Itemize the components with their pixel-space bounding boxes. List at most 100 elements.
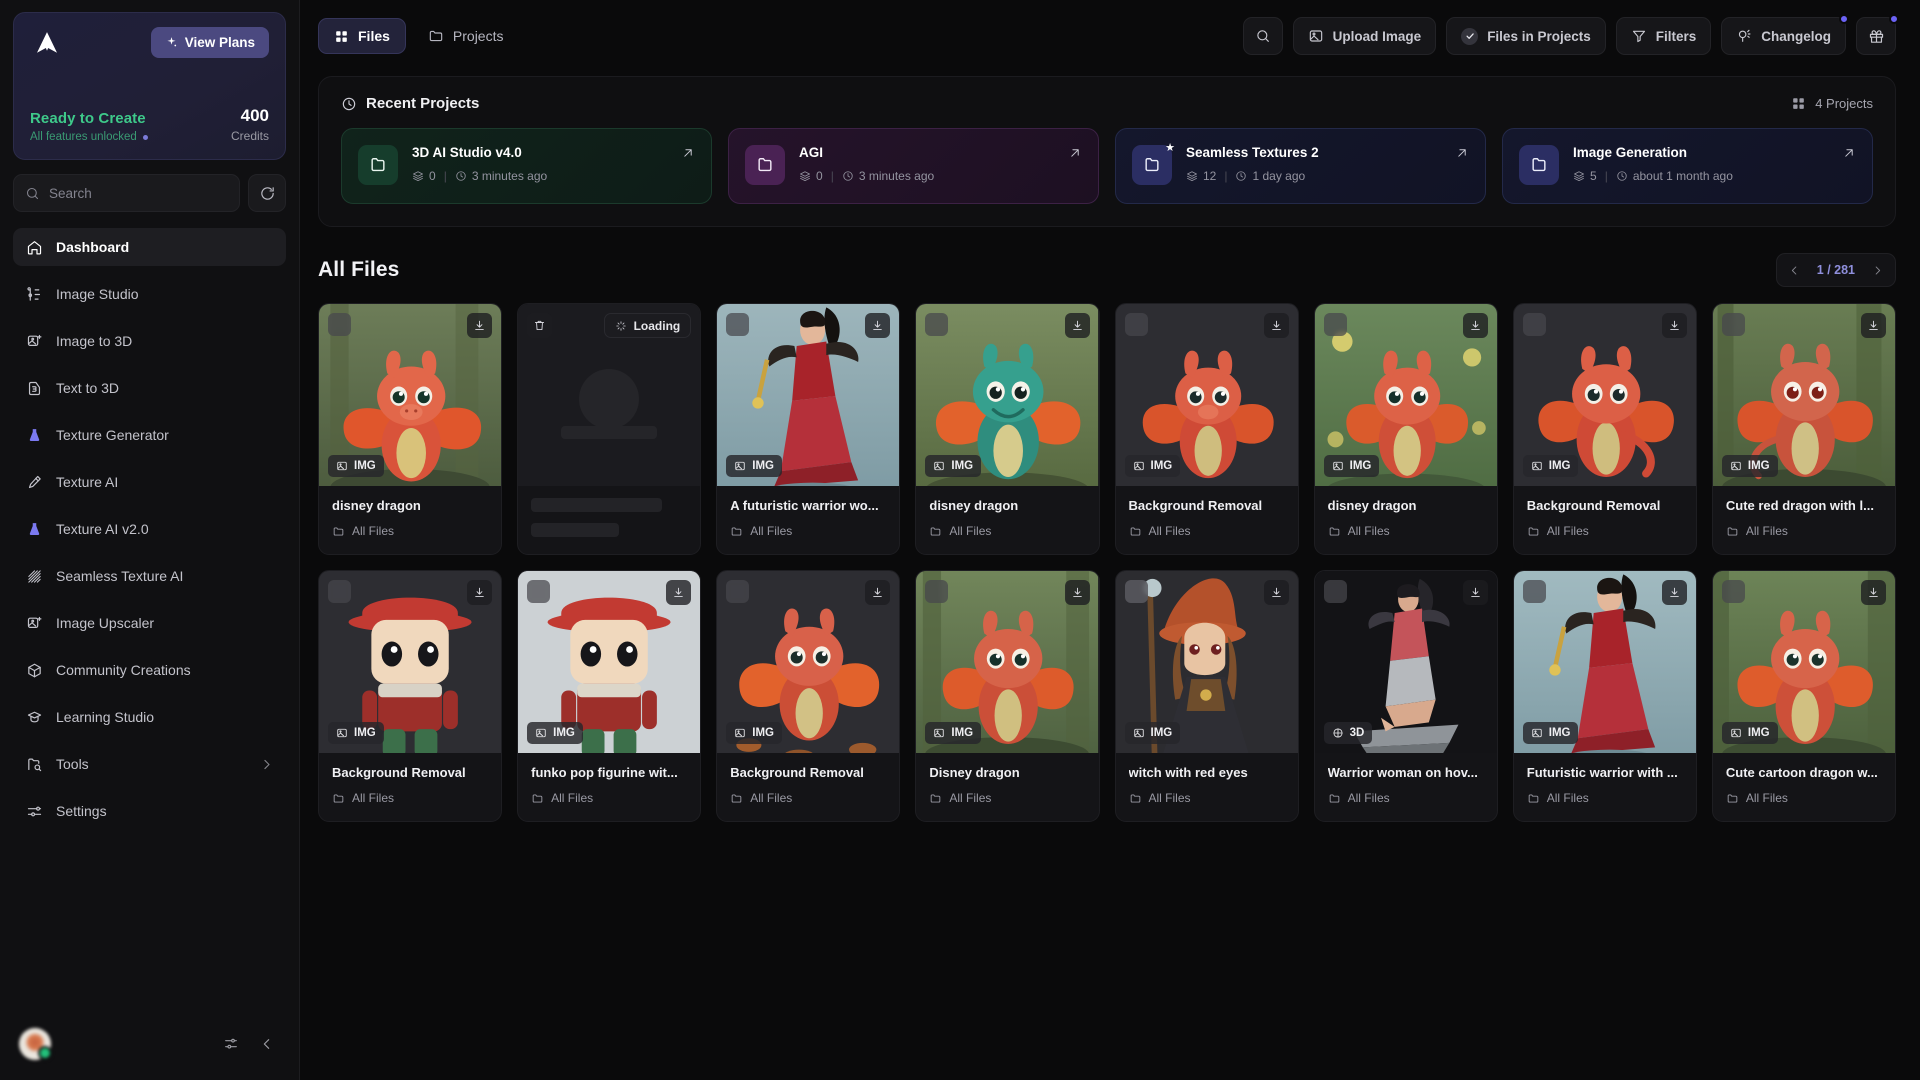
view-plans-button[interactable]: View Plans — [150, 27, 269, 58]
sidebar-item-image-upscaler[interactable]: Image Upscaler — [13, 604, 286, 642]
select-checkbox[interactable] — [527, 580, 551, 603]
open-project-icon[interactable] — [1842, 146, 1856, 160]
file-card[interactable]: IMG Background Removal All Files — [318, 570, 503, 822]
select-checkbox[interactable] — [1721, 580, 1745, 603]
download-button[interactable] — [1064, 580, 1090, 605]
sidebar-search-box[interactable] — [13, 174, 240, 212]
file-card[interactable]: IMG funko pop figurine wit... All Files — [517, 570, 702, 822]
sidebar-item-texture-generator[interactable]: Texture Generator — [13, 416, 286, 454]
file-card[interactable]: IMG witch with red eyes All Files — [1114, 570, 1299, 822]
tab-projects[interactable]: Projects — [412, 18, 520, 54]
sidebar-item-texture-ai-v2[interactable]: Texture AI v2.0 — [13, 510, 286, 548]
delete-button[interactable] — [527, 313, 553, 338]
sidebar-item-image-studio[interactable]: Image Studio — [13, 275, 286, 313]
file-title: Disney dragon — [929, 765, 1020, 780]
open-project-icon[interactable] — [1068, 146, 1082, 160]
file-card[interactable]: 3D Warrior woman on hov... All Files — [1313, 570, 1498, 822]
avatar — [19, 1028, 52, 1060]
select-checkbox[interactable] — [1124, 313, 1148, 336]
changelog-button[interactable]: Changelog — [1721, 14, 1849, 55]
select-checkbox[interactable] — [1721, 313, 1745, 336]
sidebar-item-learning-studio[interactable]: Learning Studio — [13, 698, 286, 736]
download-button[interactable] — [865, 580, 891, 605]
file-card[interactable]: IMG Futuristic warrior with ... All File… — [1512, 570, 1697, 822]
download-button[interactable] — [1462, 313, 1488, 338]
download-button[interactable] — [1861, 313, 1886, 338]
select-checkbox[interactable] — [1323, 313, 1347, 336]
files-in-projects-button[interactable]: Files in Projects — [1446, 17, 1606, 55]
select-checkbox[interactable] — [925, 580, 949, 603]
file-type-badge: IMG — [328, 722, 384, 744]
sidebar-item-settings[interactable]: Settings — [13, 792, 286, 830]
file-card[interactable]: IMG Background Removal All Files — [1512, 303, 1697, 555]
upload-image-button[interactable]: Upload Image — [1292, 17, 1437, 55]
download-button[interactable] — [1462, 580, 1488, 605]
sidebar: View Plans Ready to Create All features … — [0, 0, 300, 1080]
recent-projects-title: Recent Projects — [366, 95, 480, 112]
file-card[interactable]: IMG Cute cartoon dragon w... All Files — [1711, 570, 1896, 822]
download-button[interactable] — [467, 313, 493, 338]
gift-button[interactable] — [1856, 14, 1899, 55]
download-button[interactable] — [865, 313, 891, 338]
select-checkbox[interactable] — [726, 313, 750, 336]
select-checkbox[interactable] — [1124, 580, 1148, 603]
download-button[interactable] — [467, 580, 493, 605]
download-button[interactable] — [1263, 313, 1289, 338]
download-button[interactable] — [1661, 313, 1687, 338]
file-card[interactable]: IMG Background Removal All Files — [716, 570, 901, 822]
refresh-button[interactable] — [248, 174, 286, 212]
file-card[interactable]: IMG A futuristic warrior wo... All Files — [716, 303, 901, 555]
collapse-sidebar-button[interactable] — [254, 1031, 280, 1057]
file-card[interactable]: Loading — [517, 303, 702, 555]
file-card-body: Background Removal All Files — [1116, 486, 1298, 554]
projects-count-group: 4 Projects — [1791, 96, 1873, 111]
select-checkbox[interactable] — [328, 313, 351, 336]
download-button[interactable] — [1064, 313, 1090, 338]
next-page-button[interactable] — [1865, 258, 1889, 282]
search-button[interactable] — [1242, 17, 1283, 55]
megaphone-icon — [1736, 28, 1752, 44]
sidebar-item-texture-ai[interactable]: Texture AI — [13, 463, 286, 501]
open-project-icon[interactable] — [681, 146, 695, 160]
select-checkbox[interactable] — [1323, 580, 1347, 603]
prev-page-button[interactable] — [1783, 258, 1807, 282]
file-card[interactable]: IMG Disney dragon All Files — [915, 570, 1100, 822]
file-card[interactable]: IMG disney dragon All Files — [318, 303, 503, 555]
file-title: Warrior woman on hov... — [1327, 765, 1478, 780]
filters-button[interactable]: Filters — [1615, 17, 1712, 55]
project-card[interactable]: AGI 0 | 3 minutes ago — [728, 128, 1099, 204]
file-card[interactable]: IMG Cute red dragon with l... All Files — [1711, 303, 1896, 555]
plan-dot-icon — [142, 134, 148, 140]
sidebar-item-dashboard[interactable]: Dashboard — [13, 228, 286, 266]
open-project-icon[interactable] — [1455, 146, 1469, 160]
select-checkbox[interactable] — [1522, 313, 1546, 336]
select-checkbox[interactable] — [726, 580, 750, 603]
download-button[interactable] — [1661, 580, 1687, 605]
sidebar-item-label: Image to 3D — [56, 333, 133, 349]
sidebar-item-tools[interactable]: Tools — [13, 745, 286, 783]
file-folder: All Files — [730, 524, 886, 538]
tab-files[interactable]: Files — [318, 18, 406, 54]
download-button[interactable] — [1263, 580, 1289, 605]
sidebar-item-community-creations[interactable]: Community Creations — [13, 651, 286, 689]
select-checkbox[interactable] — [328, 580, 351, 603]
profile-settings-icon[interactable] — [218, 1031, 244, 1057]
select-checkbox[interactable] — [1522, 580, 1546, 603]
file-title: A futuristic warrior wo... — [730, 498, 879, 513]
sidebar-search-input[interactable] — [49, 185, 228, 201]
file-title: Background Removal — [730, 765, 864, 780]
file-card[interactable]: IMG disney dragon All Files — [915, 303, 1100, 555]
file-card[interactable]: IMG Background Removal All Files — [1114, 303, 1299, 555]
download-button[interactable] — [666, 580, 692, 605]
download-button[interactable] — [1861, 580, 1886, 605]
sidebar-item-text-to-3d[interactable]: Text to 3D — [13, 369, 286, 407]
sidebar-item-seamless-texture-ai[interactable]: Seamless Texture AI — [13, 557, 286, 595]
project-card[interactable]: ★ Seamless Textures 2 12 | 1 day ago — [1115, 128, 1486, 204]
sidebar-item-image-to-3d[interactable]: Image to 3D — [13, 322, 286, 360]
recent-projects-grid: 3D AI Studio v4.0 0 | 3 minutes ago AGI … — [341, 128, 1873, 204]
select-checkbox[interactable] — [925, 313, 949, 336]
project-card[interactable]: 3D AI Studio v4.0 0 | 3 minutes ago — [341, 128, 712, 204]
project-card[interactable]: Image Generation 5 | about 1 month ago — [1502, 128, 1873, 204]
file-card[interactable]: IMG disney dragon All Files — [1313, 303, 1498, 555]
user-profile[interactable] — [13, 1022, 286, 1066]
